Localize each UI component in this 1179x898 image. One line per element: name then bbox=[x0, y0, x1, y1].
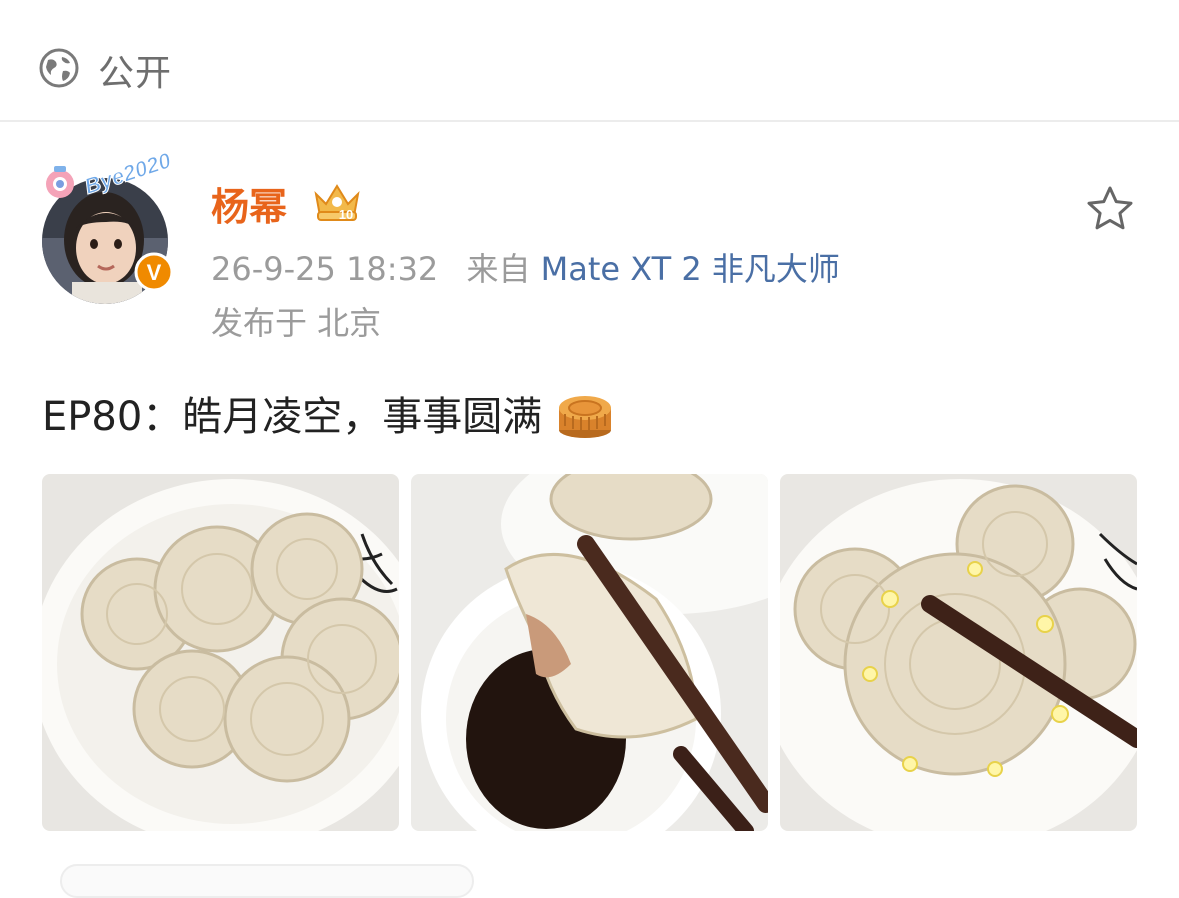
star-icon[interactable] bbox=[1085, 184, 1135, 232]
post-image-dumplings-with-chopsticks[interactable] bbox=[780, 474, 1137, 831]
post-time: 26-9-25 18:32 bbox=[211, 250, 439, 288]
vip-level-text: 10 bbox=[339, 207, 353, 222]
verified-badge-text: V bbox=[147, 260, 162, 285]
post-text: EP80：皓月凌空，事事圆满 bbox=[42, 384, 613, 442]
author-name[interactable]: 杨幂 bbox=[211, 176, 287, 231]
source-device-link[interactable]: Mate XT 2 非凡大师 bbox=[541, 250, 840, 288]
post-body: EP80：皓月凌空，事事圆满 bbox=[42, 394, 543, 440]
post-location: 发布于 北京 bbox=[211, 304, 382, 342]
post-meta: 26-9-25 18:32 来自 Mate XT 2 非凡大师 bbox=[211, 244, 840, 290]
avatar[interactable]: Bye2020 V bbox=[38, 150, 178, 304]
mooncake-emoji-icon bbox=[559, 396, 612, 438]
post-image-dumpling-dipped-in-sauce[interactable] bbox=[411, 474, 768, 831]
avatar-caption: Bye2020 bbox=[81, 150, 174, 199]
comment-bar[interactable] bbox=[60, 864, 474, 898]
globe-icon bbox=[39, 48, 79, 88]
source-prefix: 来自 bbox=[466, 250, 531, 288]
visibility-bar[interactable]: 公开 bbox=[0, 0, 1179, 122]
post-image-dumplings-on-plate[interactable] bbox=[42, 474, 399, 831]
avatar-decoration: Bye2020 bbox=[46, 150, 175, 199]
vip-crown-icon[interactable]: 10 bbox=[310, 180, 364, 222]
visibility-label: 公开 bbox=[98, 53, 173, 94]
verified-badge-icon: V bbox=[134, 252, 174, 292]
